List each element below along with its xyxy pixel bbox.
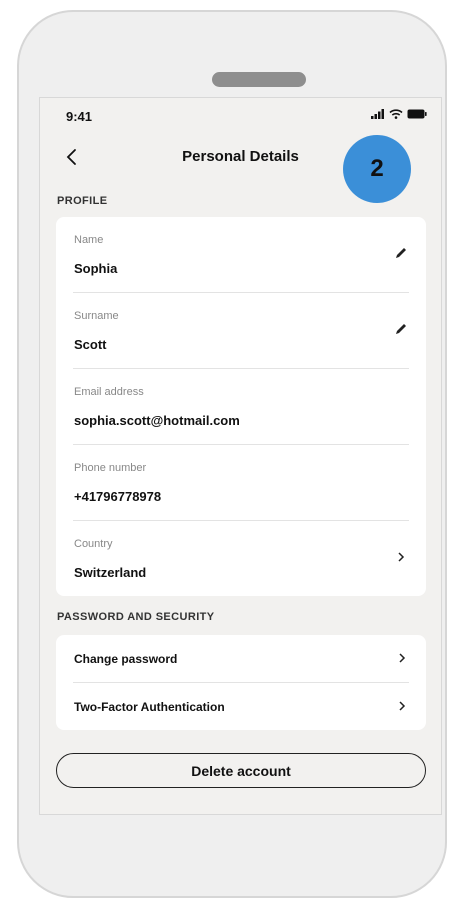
change-password-item[interactable]: Change password — [73, 635, 409, 683]
app-screen: 9:41 Personal Details 2 PROFILE Name Sop… — [39, 97, 442, 815]
field-value: Scott — [74, 337, 107, 352]
profile-card: Name Sophia Surname Scott Email address … — [56, 217, 426, 596]
chevron-right-icon — [399, 653, 406, 663]
field-label: Surname — [74, 310, 119, 322]
chevron-right-icon — [399, 701, 406, 711]
field-label: Name — [74, 234, 104, 246]
profile-field-phone: Phone number +41796778978 — [73, 445, 409, 521]
pencil-icon — [396, 324, 406, 334]
status-time: 9:41 — [66, 109, 93, 124]
row-label: Two-Factor Authentication — [74, 699, 225, 714]
two-factor-auth-item[interactable]: Two-Factor Authentication — [73, 683, 409, 730]
profile-section-label: PROFILE — [57, 195, 108, 207]
country-chevron-button[interactable] — [393, 549, 409, 565]
edit-name-button[interactable] — [393, 245, 409, 261]
field-value: Switzerland — [74, 565, 147, 580]
field-value: +41796778978 — [74, 489, 162, 504]
battery-icon — [407, 109, 427, 119]
step-badge: 2 — [343, 135, 411, 203]
pencil-icon — [396, 248, 406, 258]
signal-icon — [371, 109, 384, 119]
profile-field-name: Name Sophia — [73, 217, 409, 293]
field-label: Phone number — [74, 462, 147, 474]
chevron-right-icon — [398, 552, 405, 562]
security-card: Change password Two-Factor Authenticatio… — [56, 635, 426, 730]
status-icons — [371, 109, 427, 119]
row-label: Change password — [74, 651, 178, 666]
field-label: Email address — [74, 386, 144, 398]
field-label: Country — [74, 538, 113, 550]
wifi-icon — [389, 109, 403, 119]
edit-surname-button[interactable] — [393, 321, 409, 337]
profile-field-surname: Surname Scott — [73, 293, 409, 369]
profile-field-email: Email address sophia.scott@hotmail.com — [73, 369, 409, 445]
delete-account-button[interactable]: Delete account — [56, 753, 426, 788]
field-value: Sophia — [74, 261, 118, 276]
security-section-label: PASSWORD AND SECURITY — [57, 611, 215, 623]
field-value: sophia.scott@hotmail.com — [74, 413, 240, 428]
phone-speaker — [212, 72, 306, 87]
profile-field-country[interactable]: Country Switzerland — [73, 521, 409, 596]
